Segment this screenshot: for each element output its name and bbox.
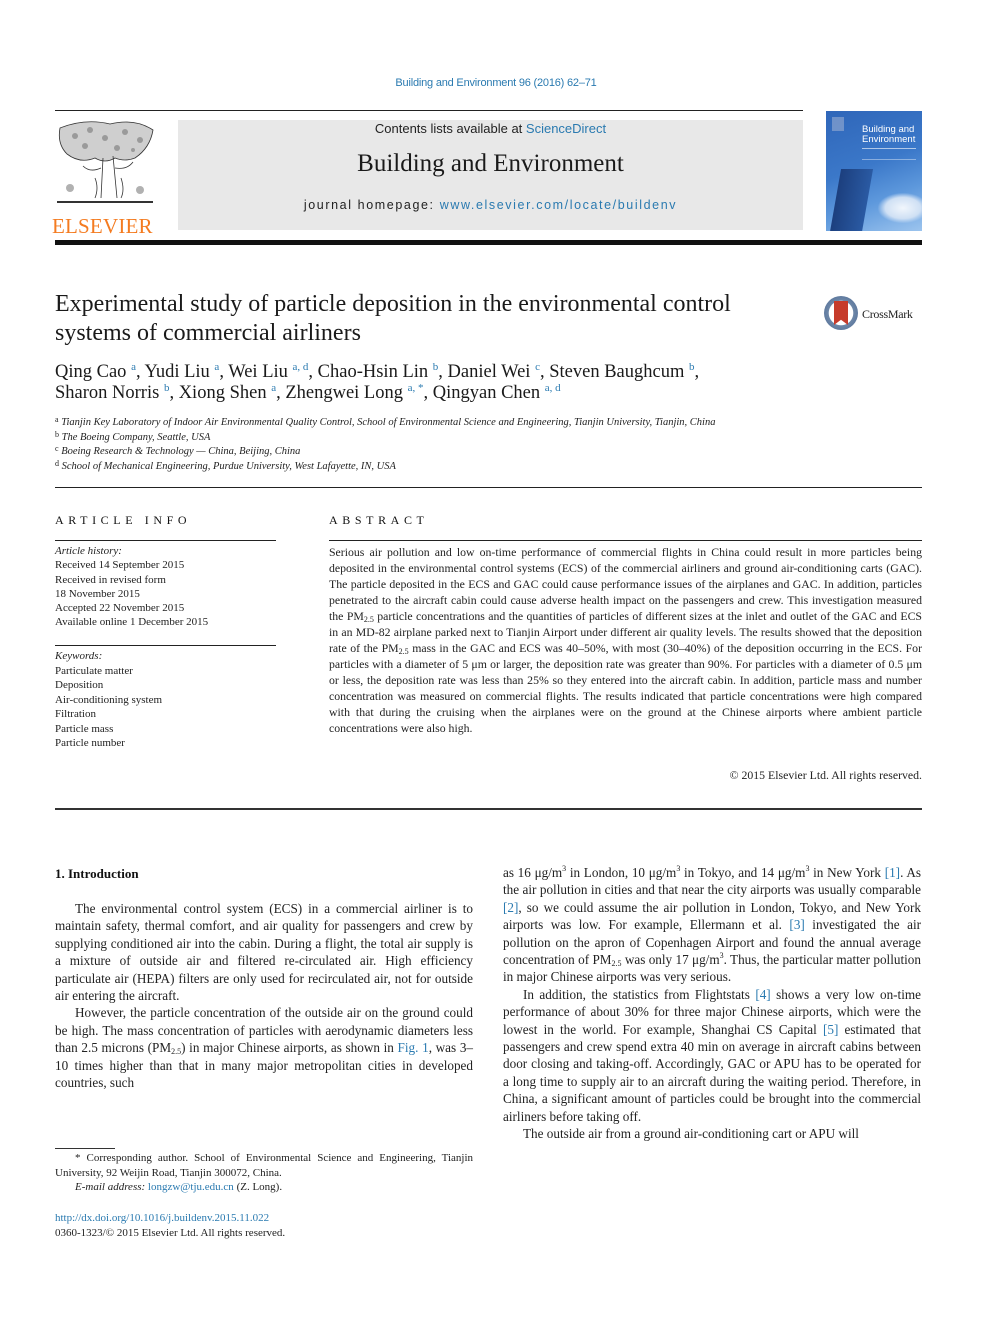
keyword: Particle number [55, 737, 125, 749]
author-affiliation-mark[interactable]: a, d [293, 361, 309, 373]
cover-subtitle [862, 148, 916, 160]
author-affiliation-mark[interactable]: a, * [408, 382, 424, 394]
paragraph: In addition, the statistics from Flights… [503, 986, 922, 1124]
author-affiliation-mark[interactable]: a [131, 361, 136, 373]
abstract-rule [329, 540, 922, 541]
keywords-list: Keywords: Particulate matter Deposition … [55, 649, 276, 751]
journal-masthead: Contents lists available at ScienceDirec… [178, 120, 803, 230]
author-name[interactable]: Qingyan Chen [433, 383, 545, 403]
header-rule [55, 110, 803, 111]
affiliation-list: a Tianjin Key Laboratory of Indoor Air E… [55, 416, 915, 474]
corresponding-author-footnote: * Corresponding author. School of Enviro… [55, 1152, 473, 1194]
keyword: Particulate matter [55, 664, 133, 677]
author-affiliation-mark[interactable]: b [164, 382, 170, 394]
reference-4-link[interactable]: [4] [755, 987, 770, 1002]
author-name[interactable]: Chao-Hsin Lin [318, 362, 433, 382]
body-column-left: The environmental control system (ECS) i… [55, 900, 473, 1091]
author-affiliation-mark[interactable]: a [214, 361, 219, 373]
footnote-rule [55, 1148, 115, 1149]
journal-title: Building and Environment [357, 150, 624, 177]
history-item: Received 14 September 2015 [55, 559, 185, 572]
paragraph: The outside air from a ground air-condit… [523, 1126, 859, 1142]
journal-cover-image[interactable]: Building and Environment [826, 111, 922, 231]
abstract-bottom-rule [55, 808, 922, 810]
article-history: Article history: Received 14 September 2… [55, 544, 276, 630]
reference-3-link[interactable]: [3] [789, 917, 804, 932]
body-column-right: as 16 μg/m3 in London, 10 μg/m3 in Tokyo… [503, 864, 921, 1143]
keyword: Particle mass [55, 722, 114, 735]
history-item: 18 November 2015 [55, 587, 140, 600]
elsevier-logo: ELSEVIER [52, 118, 158, 238]
reference-2-link[interactable]: [2] [503, 900, 518, 915]
journal-reference[interactable]: Building and Environment 96 (2016) 62–71 [395, 77, 596, 89]
cover-building-graphic [826, 169, 874, 231]
section-divider [55, 487, 922, 488]
affiliation-d: d School of Mechanical Engineering, Purd… [55, 458, 396, 472]
history-item: Received in revised form [55, 573, 166, 586]
contents-line: Contents lists available at ScienceDirec… [374, 121, 607, 136]
cover-elsevier-icon [832, 117, 844, 131]
author-name[interactable]: Steven Baughcum [549, 362, 689, 382]
author-list: Qing Cao a, Yudi Liu a, Wei Liu a, d, Ch… [55, 361, 700, 404]
paragraph: as 16 μg/m3 in London, 10 μg/m3 in Tokyo… [503, 864, 921, 985]
doi-block: http://dx.doi.org/10.1016/j.buildenv.201… [55, 1211, 285, 1241]
abstract-text: Serious air pollution and low on-time pe… [329, 545, 922, 735]
sciencedirect-link[interactable]: ScienceDirect [526, 121, 606, 136]
email-line: E-mail address: longzw@tju.edu.cn (Z. Lo… [75, 1181, 283, 1194]
figure-1-link[interactable]: Fig. 1 [398, 1040, 429, 1055]
article-info-rule [55, 540, 276, 541]
affiliation-b: b The Boeing Company, Seattle, USA [55, 429, 211, 443]
crossmark-label: CrossMark [862, 307, 913, 321]
author-name[interactable]: Sharon Norris [55, 383, 164, 403]
abstract-heading: ABSTRACT [329, 513, 429, 527]
paragraph: The environmental control system (ECS) i… [55, 901, 473, 1004]
article-info-heading: ARTICLE INFO [55, 513, 192, 527]
author-name[interactable]: Wei Liu [228, 362, 292, 382]
abstract-copyright: © 2015 Elsevier Ltd. All rights reserved… [729, 768, 922, 782]
article-title: Experimental study of particle depositio… [55, 291, 731, 346]
author-affiliation-mark[interactable]: b [689, 361, 695, 373]
history-item: Available online 1 December 2015 [55, 616, 209, 629]
email-link[interactable]: longzw@tju.edu.cn [148, 1181, 234, 1193]
history-label: Article history: [55, 545, 122, 557]
author-affiliation-mark[interactable]: a [271, 382, 276, 394]
elsevier-tree-icon [57, 121, 154, 203]
crossmark-button[interactable]: CrossMark [824, 296, 934, 336]
doi-link[interactable]: http://dx.doi.org/10.1016/j.buildenv.201… [55, 1212, 269, 1224]
author-affiliation-mark[interactable]: c [535, 361, 540, 373]
homepage-line: journal homepage: www.elsevier.com/locat… [303, 198, 678, 212]
issn-line: 0360-1323/© 2015 Elsevier Ltd. All right… [55, 1227, 286, 1239]
elsevier-wordmark: ELSEVIER [52, 214, 153, 238]
author-name[interactable]: Yudi Liu [145, 362, 215, 382]
keyword: Filtration [55, 708, 96, 720]
reference-1-link[interactable]: [1] [885, 865, 900, 880]
keywords-label: Keywords: [55, 650, 103, 662]
section-heading-introduction: 1. Introduction [55, 866, 139, 881]
journal-homepage-link[interactable]: www.elsevier.com/locate/buildenv [440, 198, 677, 212]
keyword: Air-conditioning system [55, 693, 163, 706]
author-name[interactable]: Xiong Shen [179, 383, 272, 403]
cover-cloud-graphic [878, 193, 922, 223]
journal-reference-link[interactable]: Building and Environment 96 (2016) 62–71 [0, 77, 992, 89]
author-name[interactable]: Zhengwei Long [285, 383, 407, 403]
affiliation-a: a Tianjin Key Laboratory of Indoor Air E… [55, 415, 716, 429]
header-thick-rule [55, 240, 922, 245]
author-name[interactable]: Qing Cao [55, 362, 131, 382]
history-item: Accepted 22 November 2015 [55, 602, 185, 615]
reference-5-link[interactable]: [5] [823, 1022, 838, 1037]
author-affiliation-mark[interactable]: b [433, 361, 439, 373]
keyword: Deposition [55, 679, 104, 691]
affiliation-c: c Boeing Research & Technology — China, … [55, 444, 301, 458]
author-name[interactable]: Daniel Wei [448, 362, 536, 382]
cover-title: Building and Environment [862, 124, 916, 145]
author-affiliation-mark[interactable]: a, d [545, 382, 561, 394]
paragraph: However, the particle concentration of t… [55, 1005, 474, 1091]
keywords-rule [55, 645, 276, 646]
